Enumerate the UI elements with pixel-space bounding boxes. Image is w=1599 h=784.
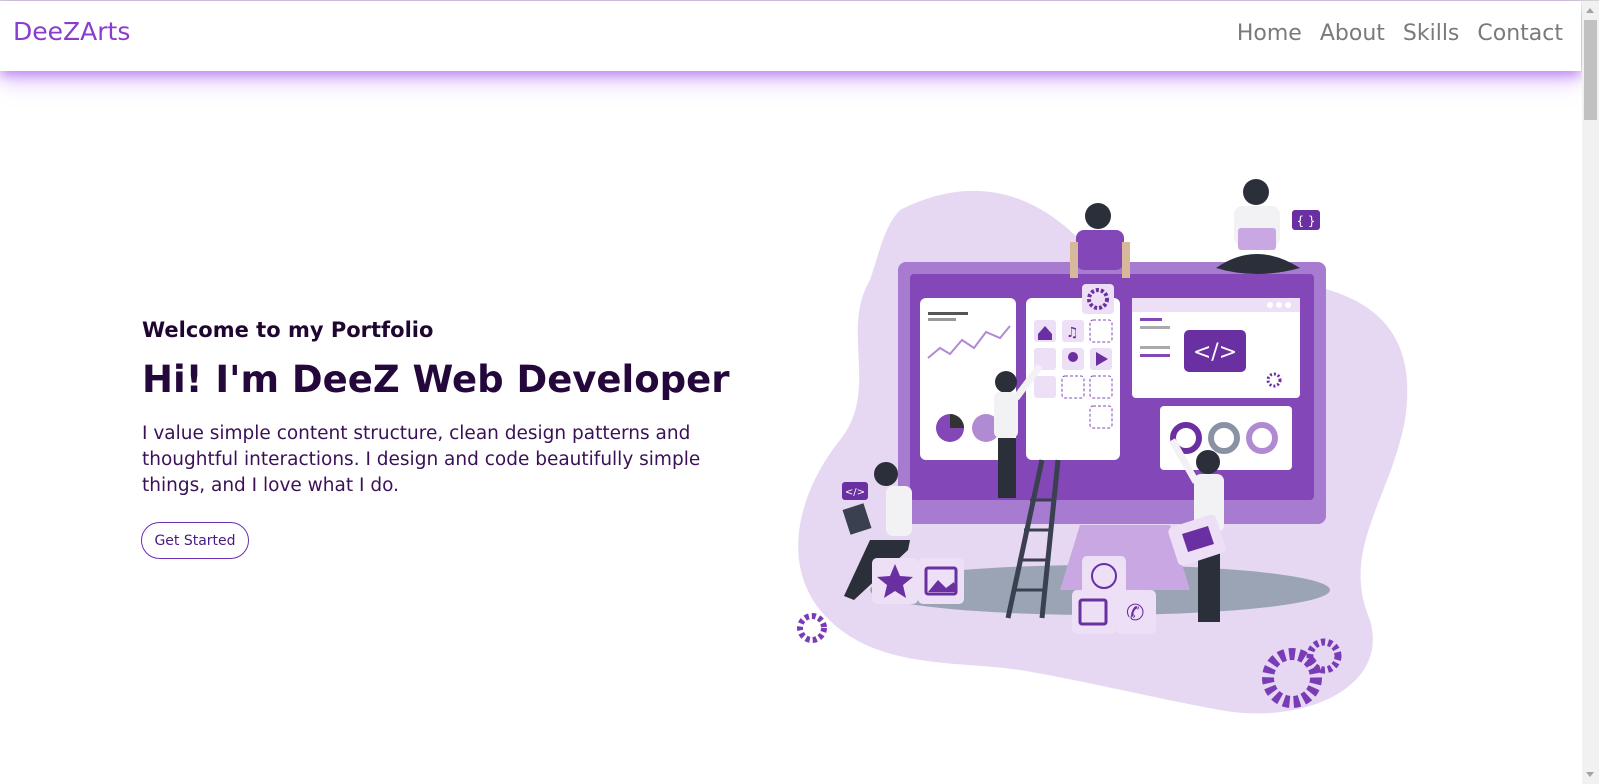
nav-menu: Home About Skills Contact (1237, 21, 1563, 46)
brand-logo[interactable]: DeeZArts (13, 17, 130, 46)
scroll-down-arrow-icon[interactable] (1586, 772, 1594, 777)
music-icon: ♫ (1066, 325, 1079, 341)
code-text-line (1140, 326, 1170, 329)
hero-intro-text: I value simple content structure, clean … (142, 423, 701, 496)
hero-subtitle: Welcome to my Portfolio (142, 318, 434, 342)
nav-link-skills[interactable]: Skills (1403, 21, 1460, 46)
hero-illustration: ♫ </> {} </> ✆ (797, 179, 1408, 714)
gear-icon-left (797, 613, 827, 643)
phone-icon: ✆ (1126, 601, 1144, 626)
chart-text-line (928, 312, 968, 315)
scrollbar-thumb[interactable] (1584, 20, 1597, 120)
chart-text-line (928, 318, 956, 321)
code-window-bar (1132, 298, 1300, 312)
hero-section: Welcome to my Portfolio Hi! I'm DeeZ Web… (142, 318, 762, 499)
person-with-laptop (1216, 179, 1300, 274)
code-tag-icon: </> (1193, 340, 1237, 365)
nav-link-contact[interactable]: Contact (1477, 21, 1563, 46)
scroll-up-arrow-icon[interactable] (1586, 8, 1594, 13)
code-text-line (1140, 354, 1170, 357)
vertical-scrollbar[interactable] (1582, 1, 1599, 784)
code-text-line (1140, 346, 1170, 349)
navbar: DeeZArts Home About Skills Contact (0, 1, 1581, 71)
braces-icon: { } (1296, 214, 1315, 228)
get-started-button[interactable]: Get Started (141, 522, 249, 559)
nav-link-about[interactable]: About (1320, 21, 1385, 46)
window-dot (1267, 302, 1273, 308)
window-dot (1276, 302, 1282, 308)
window-dot (1285, 302, 1291, 308)
code-text-line (1140, 318, 1162, 321)
code-badge-icon: </> (845, 487, 865, 498)
hero-headline: Hi! I'm DeeZ Web Developer (142, 358, 730, 401)
map-pin-icon (1068, 352, 1078, 362)
person-top (1070, 203, 1130, 278)
nav-link-home[interactable]: Home (1237, 21, 1302, 46)
